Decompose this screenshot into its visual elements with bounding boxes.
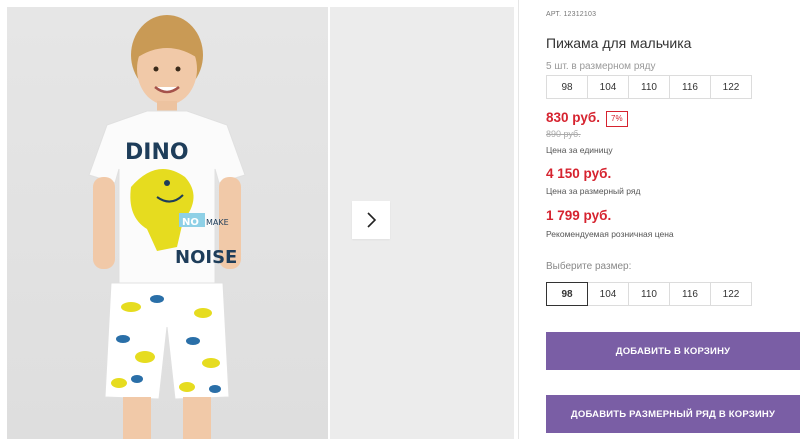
size-row-item: 116 (669, 75, 711, 99)
print-text-make: MAKE (206, 218, 229, 227)
size-option-122[interactable]: 122 (710, 282, 752, 306)
panel-divider (518, 0, 519, 439)
print-text-no: NO (182, 217, 199, 228)
product-sku: АРТ. 12312103 (546, 11, 596, 18)
size-row-caption: 5 шт. в размерном ряду (546, 61, 656, 72)
unit-price: 830 руб. (546, 110, 600, 125)
add-to-cart-button[interactable]: ДОБАВИТЬ В КОРЗИНУ (546, 332, 800, 370)
old-price: 890 руб. (546, 129, 581, 139)
size-row-item: 98 (546, 75, 588, 99)
retail-price: 1 799 руб. (546, 208, 612, 223)
size-option-98[interactable]: 98 (546, 282, 588, 306)
row-price-caption: Цена за размерный ряд (546, 186, 641, 196)
product-title: Пижама для мальчика (546, 35, 692, 51)
size-selector: 98 104 110 116 122 (546, 282, 752, 306)
unit-price-caption: Цена за единицу (546, 145, 613, 155)
size-row-item: 110 (628, 75, 670, 99)
discount-badge: 7% (606, 111, 628, 127)
print-text-noise: NOISE (175, 247, 237, 268)
size-option-110[interactable]: 110 (628, 282, 670, 306)
size-option-116[interactable]: 116 (669, 282, 711, 306)
row-price: 4 150 руб. (546, 166, 612, 181)
sku-label: АРТ. (546, 11, 562, 18)
size-row-item: 104 (587, 75, 629, 99)
add-size-row-to-cart-button[interactable]: ДОБАВИТЬ РАЗМЕРНЫЙ РЯД В КОРЗИНУ (546, 395, 800, 433)
gallery-next-button[interactable] (352, 201, 390, 239)
size-option-104[interactable]: 104 (587, 282, 629, 306)
sku-value: 12312103 (563, 11, 597, 18)
product-photo[interactable]: DINO NO MAKE NOISE (7, 7, 328, 439)
chevron-right-icon (367, 212, 377, 228)
retail-price-caption: Рекомендуемая розничная цена (546, 229, 674, 239)
print-text-dino: DINO (125, 140, 189, 165)
size-row-list: 98 104 110 116 122 (546, 75, 752, 99)
product-photo-illustration: DINO NO MAKE NOISE (88, 15, 246, 439)
size-select-label: Выберите размер: (546, 261, 632, 272)
size-row-item: 122 (710, 75, 752, 99)
